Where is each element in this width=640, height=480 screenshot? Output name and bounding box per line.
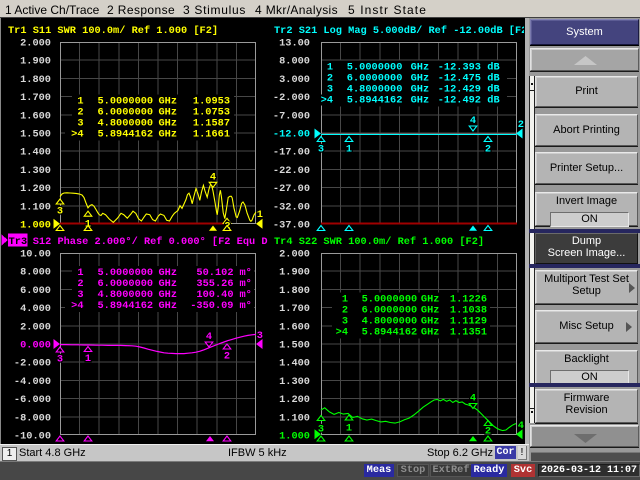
svg-text:1.1661: 1.1661	[193, 129, 230, 141]
svg-text:1.800: 1.800	[20, 74, 51, 86]
svg-text:>4: >4	[71, 129, 83, 141]
svg-text:1.100: 1.100	[279, 412, 310, 424]
svg-text:5.8944162: 5.8944162	[347, 95, 403, 107]
svg-text:4: 4	[470, 393, 476, 405]
svg-text:3: 3	[57, 206, 63, 218]
svg-text:-27.00: -27.00	[273, 183, 310, 195]
svg-text:4: 4	[470, 115, 476, 127]
svg-text:10.00: 10.00	[20, 249, 51, 261]
svg-text:1.500: 1.500	[20, 129, 51, 141]
svg-text:8.000: 8.000	[279, 56, 310, 68]
svg-text:-4.000: -4.000	[14, 376, 51, 388]
svg-text:1.800: 1.800	[279, 285, 310, 297]
svg-text:1.400: 1.400	[279, 358, 310, 370]
svg-text:1.000: 1.000	[20, 220, 51, 232]
svg-text:GHz: GHz	[159, 300, 178, 312]
svg-text:3: 3	[318, 424, 324, 436]
svg-text:3.000: 3.000	[279, 74, 310, 86]
svg-text:-2.000: -2.000	[14, 358, 51, 370]
svg-text:1: 1	[346, 423, 352, 435]
svg-text:1.200: 1.200	[279, 394, 310, 406]
svg-text:1.700: 1.700	[279, 303, 310, 315]
svg-text:-2.000: -2.000	[273, 92, 310, 104]
svg-text:dB: dB	[487, 95, 499, 107]
svg-text:1.900: 1.900	[20, 56, 51, 68]
svg-text:1.500: 1.500	[279, 340, 310, 352]
svg-text:0.000: 0.000	[20, 340, 51, 352]
svg-text:GHz: GHz	[159, 129, 178, 141]
svg-text:Tr2 S21 Log Mag 5.000dB/ Ref -: Tr2 S21 Log Mag 5.000dB/ Ref -12.00dB [F…	[274, 25, 534, 37]
svg-text:13.00: 13.00	[279, 38, 310, 50]
svg-text:Tr3: Tr3	[9, 236, 28, 248]
svg-text:-8.000: -8.000	[14, 412, 51, 424]
svg-text:4: 4	[518, 420, 524, 432]
svg-text:5.8944162: 5.8944162	[98, 129, 154, 141]
svg-text:1: 1	[85, 353, 91, 365]
svg-text:-350.09: -350.09	[190, 300, 233, 312]
svg-text:5.8944162: 5.8944162	[98, 300, 154, 312]
svg-text:1.700: 1.700	[20, 92, 51, 104]
svg-text:-37.00: -37.00	[273, 220, 310, 232]
svg-text:1.300: 1.300	[279, 376, 310, 388]
svg-text:1.200: 1.200	[20, 183, 51, 195]
svg-text:1.000: 1.000	[279, 431, 310, 443]
svg-text:>4: >4	[71, 300, 83, 312]
svg-text:1.600: 1.600	[279, 321, 310, 333]
svg-text:2.000: 2.000	[20, 38, 51, 50]
svg-text:1: 1	[346, 144, 352, 156]
svg-text:4: 4	[206, 331, 212, 343]
svg-text:-17.00: -17.00	[273, 147, 310, 159]
svg-text:GHz: GHz	[411, 95, 430, 107]
svg-text:>4: >4	[321, 95, 333, 107]
svg-text:3: 3	[318, 144, 324, 156]
svg-text:6.000: 6.000	[20, 285, 51, 297]
svg-text:1.400: 1.400	[20, 147, 51, 159]
svg-text:2: 2	[485, 144, 491, 156]
svg-text:2.000: 2.000	[279, 249, 310, 261]
svg-text:1.100: 1.100	[20, 201, 51, 213]
svg-text:4.000: 4.000	[20, 303, 51, 315]
svg-text:5.8944162: 5.8944162	[362, 327, 418, 339]
svg-text:-10.00: -10.00	[14, 431, 51, 443]
svg-text:8.000: 8.000	[20, 267, 51, 279]
svg-text:GHz: GHz	[421, 327, 440, 339]
svg-text:-32.00: -32.00	[273, 201, 310, 213]
svg-text:-12.492: -12.492	[438, 95, 481, 107]
svg-text:1.1351: 1.1351	[450, 327, 487, 339]
svg-text:3: 3	[257, 330, 263, 342]
svg-text:-7.000: -7.000	[273, 110, 310, 122]
svg-text:-12.00: -12.00	[273, 129, 310, 141]
svg-text:-22.00: -22.00	[273, 165, 310, 177]
svg-text:2.000: 2.000	[20, 321, 51, 333]
svg-text:1.300: 1.300	[20, 165, 51, 177]
svg-text:3: 3	[57, 354, 63, 366]
svg-text:4: 4	[210, 172, 216, 184]
svg-text:>4: >4	[336, 327, 348, 339]
svg-text:2: 2	[224, 351, 230, 363]
svg-text:1: 1	[257, 209, 263, 221]
svg-text:Tr4 S22 SWR 100.0m/ Ref 1.000: Tr4 S22 SWR 100.0m/ Ref 1.000 [F2]	[274, 236, 484, 248]
svg-text:Tr1 S11 SWR 100.0m/ Ref 1.000: Tr1 S11 SWR 100.0m/ Ref 1.000 [F2]	[8, 25, 218, 37]
svg-text:Tr3 S12 Phase 2.000°/ Ref 0.00: Tr3 S12 Phase 2.000°/ Ref 0.000° [F2 Equ…	[8, 236, 268, 248]
svg-text:m°: m°	[240, 300, 252, 312]
svg-text:1.600: 1.600	[20, 110, 51, 122]
svg-text:-6.000: -6.000	[14, 394, 51, 406]
svg-text:1.900: 1.900	[279, 267, 310, 279]
svg-text:2: 2	[518, 119, 524, 131]
